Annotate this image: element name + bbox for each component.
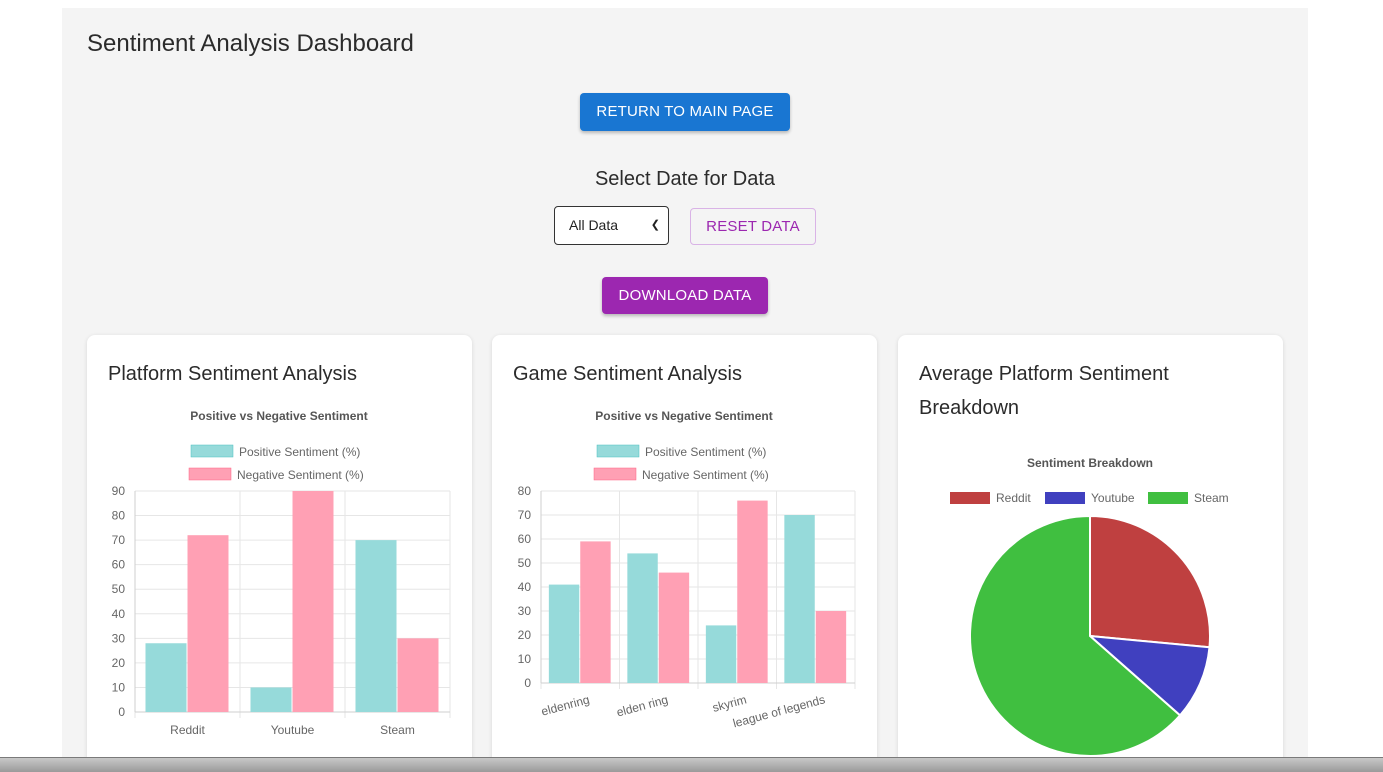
y-tick-label: 50 xyxy=(518,556,532,570)
x-tick-label: Youtube xyxy=(271,723,315,737)
bar xyxy=(187,535,229,712)
y-tick-label: 30 xyxy=(518,604,532,618)
date-select-value: All Data xyxy=(569,217,619,233)
select-date-label: Select Date for Data xyxy=(594,168,776,190)
y-tick-label: 0 xyxy=(118,705,125,719)
y-tick-label: 80 xyxy=(518,484,532,498)
y-tick-label: 0 xyxy=(524,676,531,690)
legend-swatch xyxy=(188,467,232,481)
y-tick-label: 20 xyxy=(518,628,532,642)
reset-data-button[interactable]: RESET DATA xyxy=(690,208,816,245)
dashboard-panel: Sentiment Analysis Dashboard RETURN TO M… xyxy=(62,8,1308,765)
window-bottom-edge xyxy=(0,757,1383,772)
y-tick-label: 70 xyxy=(518,508,532,522)
date-select[interactable]: All Data ❮ xyxy=(554,206,669,245)
y-tick-label: 50 xyxy=(112,582,126,596)
page-title: Sentiment Analysis Dashboard xyxy=(87,30,414,57)
game-sentiment-chart: Positive vs Negative Sentiment Positive S… xyxy=(518,409,856,730)
legend-label: Reddit xyxy=(996,491,1031,505)
bar xyxy=(145,643,187,712)
y-tick-label: 40 xyxy=(112,607,126,621)
x-tick-label: Steam xyxy=(380,723,415,737)
return-to-main-button[interactable]: RETURN TO MAIN PAGE xyxy=(580,93,790,131)
x-tick-label: Reddit xyxy=(170,723,205,737)
y-tick-label: 60 xyxy=(112,558,126,572)
bar xyxy=(737,500,768,683)
bar xyxy=(705,625,737,683)
y-tick-label: 30 xyxy=(112,631,126,645)
platform-sentiment-chart: Positive vs Negative Sentiment Positive S… xyxy=(112,409,451,737)
bar xyxy=(548,584,580,683)
y-tick-label: 90 xyxy=(112,484,126,498)
bar xyxy=(250,687,292,712)
bar xyxy=(784,515,815,683)
legend-label: Positive Sentiment (%) xyxy=(645,445,766,459)
legend-swatch xyxy=(593,467,637,481)
legend-label: Negative Sentiment (%) xyxy=(237,468,364,482)
y-tick-label: 70 xyxy=(112,533,126,547)
sentiment-breakdown-chart: Sentiment Breakdown Reddit Youtube Steam xyxy=(950,456,1229,757)
legend-label: Youtube xyxy=(1091,491,1135,505)
average-sentiment-card: Average Platform Sentiment Breakdown Sen… xyxy=(898,335,1283,765)
x-tick-label: elden ring xyxy=(615,692,670,719)
x-tick-label: skyrim xyxy=(711,692,748,714)
bar xyxy=(355,540,397,712)
game-sentiment-card: Game Sentiment Analysis Positive vs Nega… xyxy=(492,335,877,765)
chart-title: Positive vs Negative Sentiment xyxy=(595,409,772,423)
download-data-button[interactable]: DOWNLOAD DATA xyxy=(602,277,768,314)
y-tick-label: 60 xyxy=(518,532,532,546)
bar xyxy=(580,541,611,683)
y-tick-label: 10 xyxy=(518,652,532,666)
x-tick-label: eldenring xyxy=(540,692,591,718)
legend-swatch xyxy=(950,492,990,504)
bar xyxy=(815,611,847,683)
chart-title: Sentiment Breakdown xyxy=(1027,456,1153,470)
legend-swatch xyxy=(1148,492,1188,504)
y-tick-label: 40 xyxy=(518,580,532,594)
platform-sentiment-card: Platform Sentiment Analysis Positive vs … xyxy=(87,335,472,765)
chart-title: Positive vs Negative Sentiment xyxy=(190,409,367,423)
legend-swatch xyxy=(1045,492,1085,504)
y-tick-label: 80 xyxy=(112,509,126,523)
legend-label: Negative Sentiment (%) xyxy=(642,468,769,482)
y-tick-label: 10 xyxy=(112,680,126,694)
legend-label: Positive Sentiment (%) xyxy=(239,445,360,459)
y-tick-label: 20 xyxy=(112,656,126,670)
pie-slice xyxy=(1089,514,1211,649)
legend-swatch xyxy=(190,444,234,458)
bar xyxy=(627,553,658,683)
bar xyxy=(292,491,334,712)
legend-label: Steam xyxy=(1194,491,1229,505)
legend-swatch xyxy=(596,444,640,458)
chevron-down-icon: ❮ xyxy=(650,219,660,231)
bar xyxy=(397,638,439,712)
bar xyxy=(658,572,690,683)
